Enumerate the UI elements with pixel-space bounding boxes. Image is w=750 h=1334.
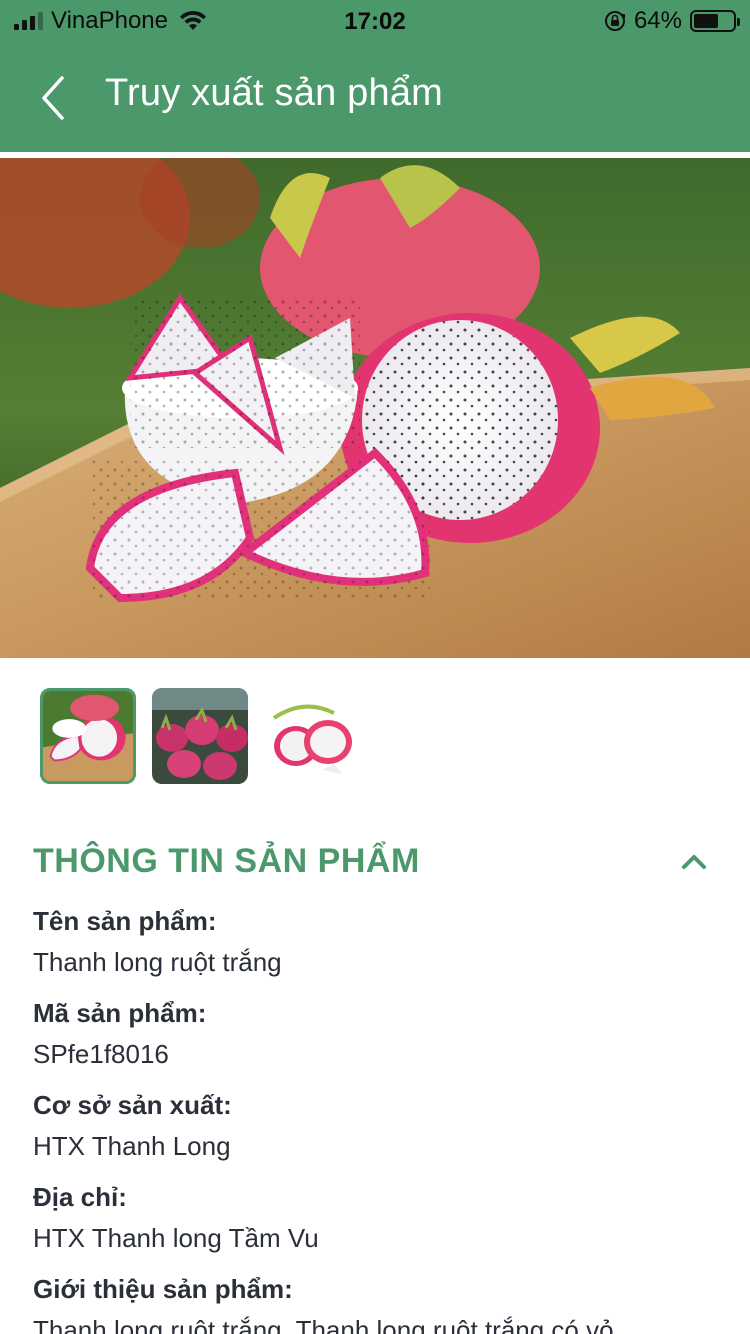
- product-info-header[interactable]: THÔNG TIN SẢN PHẨM: [33, 842, 723, 886]
- nav-bar: Truy xuất sản phẩm: [0, 42, 750, 152]
- status-right: 64%: [604, 7, 740, 34]
- field-address: Địa chỉ: HTX Thanh long Tầm Vu: [33, 1178, 723, 1260]
- thumbnail-dragon-fruit-halves[interactable]: [264, 688, 360, 784]
- product-code-label: Mã sản phẩm:: [33, 998, 207, 1028]
- chevron-up-icon[interactable]: [681, 850, 707, 872]
- field-facility: Cơ sở sản xuất: HTX Thanh Long: [33, 1086, 723, 1168]
- facility-label: Cơ sở sản xuất:: [33, 1090, 232, 1120]
- address-label: Địa chỉ:: [33, 1182, 127, 1212]
- address-value: HTX Thanh long Tầm Vu: [33, 1223, 319, 1253]
- thumbnail-dragon-fruit-pile[interactable]: [152, 688, 248, 784]
- product-main-image[interactable]: [0, 158, 750, 658]
- status-bar: VinaPhone 17:02 64%: [0, 0, 750, 42]
- dragon-fruit-photo: [0, 158, 750, 658]
- chevron-left-icon: [42, 76, 64, 120]
- facility-value: HTX Thanh Long: [33, 1131, 231, 1161]
- battery-icon: [690, 10, 740, 32]
- rotation-lock-icon: [604, 11, 625, 31]
- thumbnail-gallery: [40, 688, 360, 784]
- field-product-name: Tên sản phẩm: Thanh long ruột trắng: [33, 902, 723, 984]
- product-name-value: Thanh long ruột trắng: [33, 947, 282, 977]
- page-title: Truy xuất sản phẩm: [105, 72, 444, 114]
- battery-percent: 64%: [633, 7, 682, 34]
- product-name-label: Tên sản phẩm:: [33, 906, 217, 936]
- thumbnail-image: [152, 688, 248, 784]
- thumbnail-image: [264, 688, 360, 784]
- thumbnail-image: [43, 691, 133, 781]
- battery-level: [694, 14, 719, 28]
- intro-value: Thanh long ruột trắng. Thanh long ruột t…: [33, 1315, 614, 1334]
- field-product-code: Mã sản phẩm: SPfe1f8016: [33, 994, 723, 1076]
- product-info: Tên sản phẩm: Thanh long ruột trắng Mã s…: [33, 902, 723, 1334]
- thumbnail-sliced-dragon-fruit[interactable]: [40, 688, 136, 784]
- section-title: THÔNG TIN SẢN PHẨM: [33, 842, 420, 880]
- back-button[interactable]: [28, 70, 80, 126]
- field-intro: Giới thiệu sản phẩm: Thanh long ruột trắ…: [33, 1270, 723, 1334]
- intro-label: Giới thiệu sản phẩm:: [33, 1274, 293, 1304]
- product-code-value: SPfe1f8016: [33, 1039, 169, 1069]
